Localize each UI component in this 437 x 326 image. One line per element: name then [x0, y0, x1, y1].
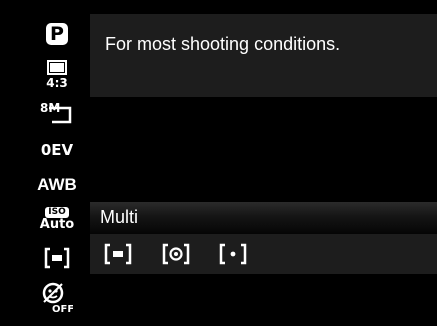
mode-letter: P: [50, 23, 64, 45]
sidebar-item-image-size[interactable]: 8M: [28, 98, 86, 128]
sidebar-item-metering[interactable]: [28, 244, 86, 272]
face-detect-state: OFF: [52, 304, 73, 314]
selected-option-label: Multi: [100, 207, 139, 227]
iso-value: Auto: [39, 217, 75, 232]
metering-multi-icon: [44, 247, 70, 269]
camera-lcd-screen: P 4:3 8M 0EV AWB ISO Auto OFF For most s…: [0, 0, 437, 326]
metering-title-bar: Multi: [90, 202, 437, 234]
metering-multi-icon: [104, 243, 132, 265]
aspect-ratio-icon: [47, 59, 67, 75]
sidebar-item-iso[interactable]: ISO Auto: [28, 204, 86, 234]
aspect-ratio-label: 4:3: [46, 75, 68, 90]
exposure-label: 0EV: [40, 140, 74, 159]
metering-spot-icon: [219, 243, 247, 265]
settings-sidebar: P 4:3 8M 0EV AWB ISO Auto OFF: [28, 0, 86, 326]
metering-option-center[interactable]: [162, 243, 190, 265]
metering-option-spot[interactable]: [219, 243, 247, 265]
white-balance-label: AWB: [37, 174, 77, 194]
metering-option-row: [90, 234, 437, 274]
image-size-icon: 8M: [40, 101, 72, 124]
sidebar-item-aspect-ratio[interactable]: 4:3: [28, 56, 86, 92]
sidebar-item-exposure[interactable]: 0EV: [28, 138, 86, 162]
face-detect-off-icon: OFF: [42, 282, 73, 314]
sidebar-item-face-detect[interactable]: OFF: [28, 281, 86, 315]
image-size-label: 8M: [40, 101, 60, 115]
metering-option-multi[interactable]: [104, 243, 132, 265]
sidebar-item-mode[interactable]: P: [28, 20, 86, 48]
mode-description: For most shooting conditions.: [105, 34, 341, 54]
metering-center-icon: [162, 243, 190, 265]
info-panel: For most shooting conditions.: [90, 14, 437, 97]
program-mode-icon: P: [46, 23, 68, 45]
sidebar-item-white-balance[interactable]: AWB: [28, 171, 86, 197]
